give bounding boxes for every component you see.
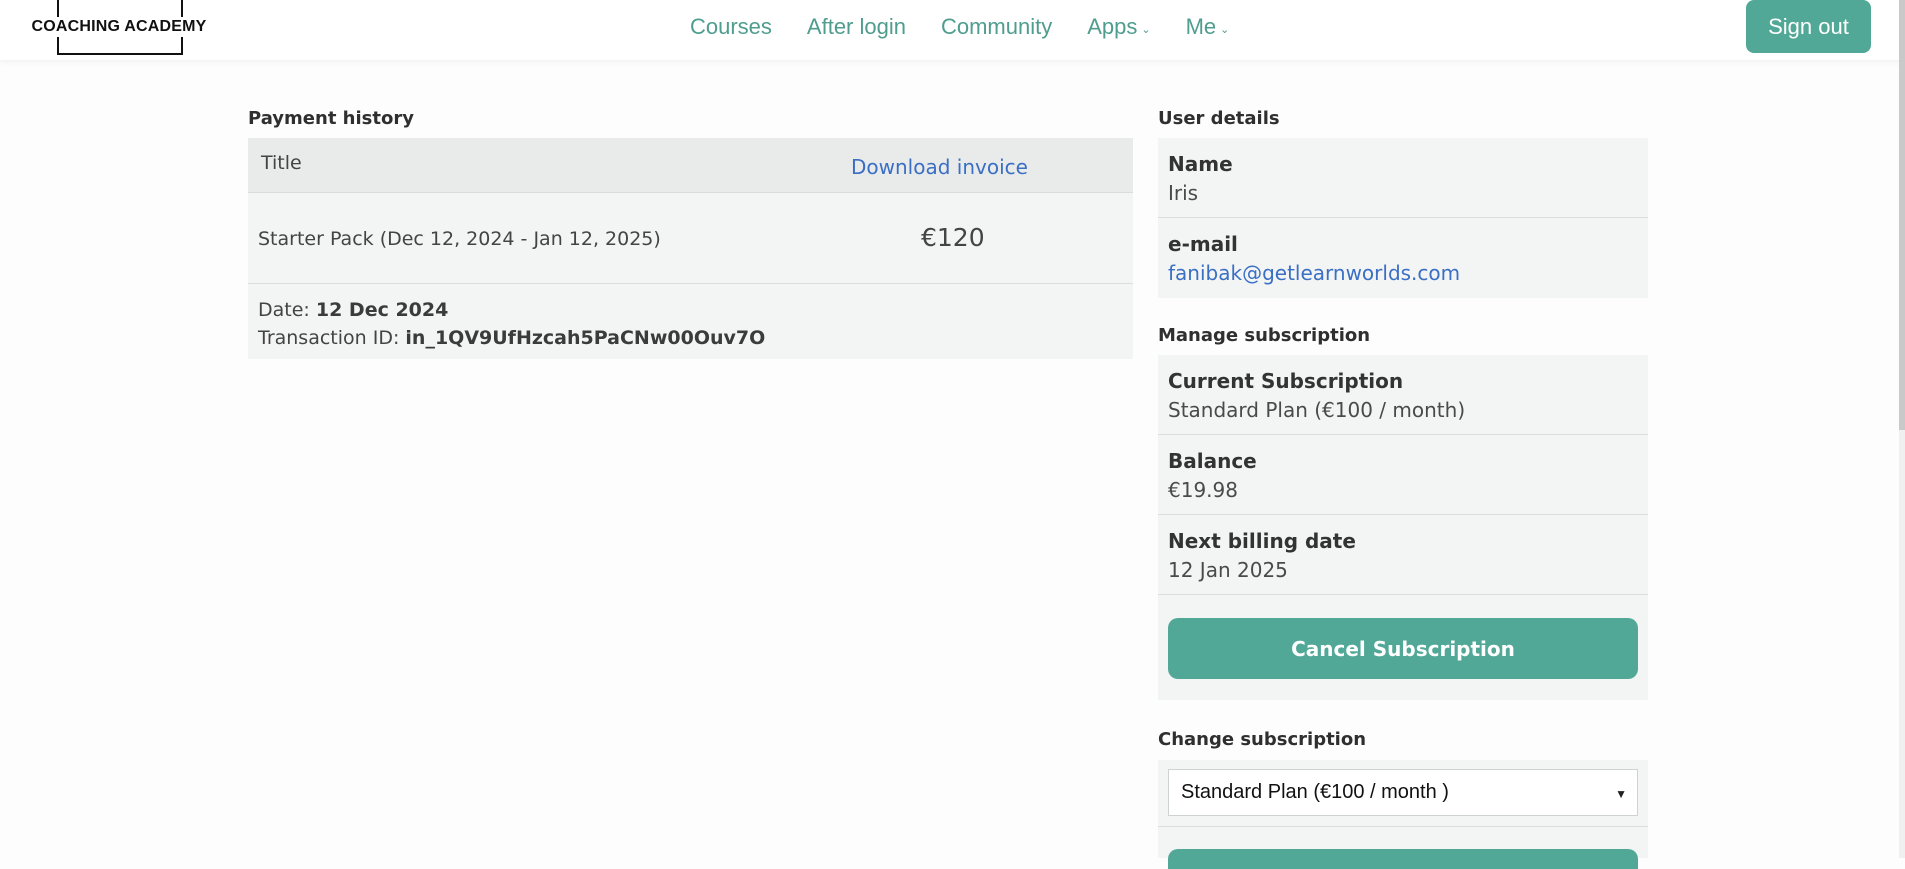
email-value[interactable]: fanibak@getlearnworlds.com <box>1168 258 1638 288</box>
table-header: Title Download invoice <box>248 138 1133 193</box>
name-field: Name Iris <box>1158 138 1648 218</box>
email-label: e-mail <box>1168 232 1238 256</box>
column-header-title: Title <box>261 152 302 174</box>
user-details-card: Name Iris e-mail fanibak@getlearnworlds.… <box>1158 138 1648 298</box>
date-value: 12 Dec 2024 <box>315 299 449 321</box>
change-subscription-heading: Change subscription <box>1158 729 1367 750</box>
payment-title: Starter Pack (Dec 12, 2024 - Jan 12, 202… <box>258 228 661 250</box>
site-logo[interactable]: COACHING ACADEMY <box>24 0 214 57</box>
transaction-id: Transaction ID: in_1QV9UfHzcah5PaCNw00Ou… <box>258 324 1123 352</box>
change-subscription-button[interactable] <box>1168 849 1638 869</box>
next-billing-value: 12 Jan 2025 <box>1168 558 1288 582</box>
nav-label: Courses <box>690 14 772 39</box>
current-subscription-label: Current Subscription <box>1168 369 1404 393</box>
next-billing-field: Next billing date 12 Jan 2025 <box>1158 515 1648 595</box>
user-details-heading: User details <box>1158 108 1280 129</box>
payment-amount: €120 <box>921 223 985 252</box>
select-wrapper: Standard Plan (€100 / month ) ▼ <box>1158 760 1648 827</box>
nav-item-me[interactable]: Me ⌄ <box>1186 14 1230 40</box>
cancel-wrapper: Cancel Subscription <box>1158 595 1648 700</box>
page-scrollbar[interactable] <box>1899 0 1905 858</box>
transaction-label: Transaction ID: <box>258 327 400 349</box>
name-value: Iris <box>1168 181 1199 205</box>
nav-label: Me <box>1185 14 1217 39</box>
nav-label: After login <box>806 14 906 39</box>
logo-text: COACHING ACADEMY <box>24 17 214 37</box>
current-subscription-value: Standard Plan (€100 / month) <box>1168 398 1466 422</box>
date-label: Date: <box>258 299 310 321</box>
name-label: Name <box>1168 152 1233 176</box>
scrollbar-thumb[interactable] <box>1899 0 1905 430</box>
nav-label: Apps <box>1087 14 1138 39</box>
top-navbar: COACHING ACADEMY Courses After login Com… <box>0 0 1905 60</box>
balance-value: €19.98 <box>1168 478 1238 502</box>
sign-out-button[interactable]: Sign out <box>1746 0 1871 53</box>
payment-history-table: Title Download invoice Starter Pack (Dec… <box>248 138 1133 359</box>
manage-subscription-heading: Manage subscription <box>1158 325 1371 346</box>
nav-item-apps[interactable]: Apps ⌄ <box>1087 14 1150 40</box>
transaction-value: in_1QV9UfHzcah5PaCNw00Ouv7O <box>405 327 766 349</box>
payment-date: Date: 12 Dec 2024 <box>258 296 1123 324</box>
plan-select[interactable]: Standard Plan (€100 / month ) ▼ <box>1168 769 1638 816</box>
balance-field: Balance €19.98 <box>1158 435 1648 515</box>
nav-label: Community <box>940 14 1053 39</box>
payment-details: Date: 12 Dec 2024 Transaction ID: in_1QV… <box>248 284 1133 359</box>
manage-subscription-card: Current Subscription Standard Plan (€100… <box>1158 355 1648 700</box>
balance-label: Balance <box>1168 449 1257 473</box>
table-row: Starter Pack (Dec 12, 2024 - Jan 12, 202… <box>248 193 1133 284</box>
nav-item-after-login[interactable]: After login <box>807 14 906 40</box>
cancel-subscription-button[interactable]: Cancel Subscription <box>1168 618 1638 679</box>
payment-history-heading: Payment history <box>248 108 414 129</box>
current-subscription-field: Current Subscription Standard Plan (€100… <box>1158 355 1648 435</box>
nav-item-community[interactable]: Community <box>941 14 1052 40</box>
plan-select-value: Standard Plan (€100 / month ) <box>1181 781 1449 803</box>
main-nav: Courses After login Community Apps ⌄ Me … <box>690 14 1264 40</box>
chevron-down-icon: ⌄ <box>1220 23 1230 36</box>
download-invoice-link[interactable]: Download invoice <box>851 155 1028 179</box>
change-subscription-card: Standard Plan (€100 / month ) ▼ <box>1158 760 1648 869</box>
chevron-down-icon: ⌄ <box>1141 23 1151 36</box>
caret-down-icon: ▼ <box>1615 787 1627 801</box>
email-field: e-mail fanibak@getlearnworlds.com <box>1158 218 1648 298</box>
nav-item-courses[interactable]: Courses <box>690 14 772 40</box>
next-billing-label: Next billing date <box>1168 529 1356 553</box>
